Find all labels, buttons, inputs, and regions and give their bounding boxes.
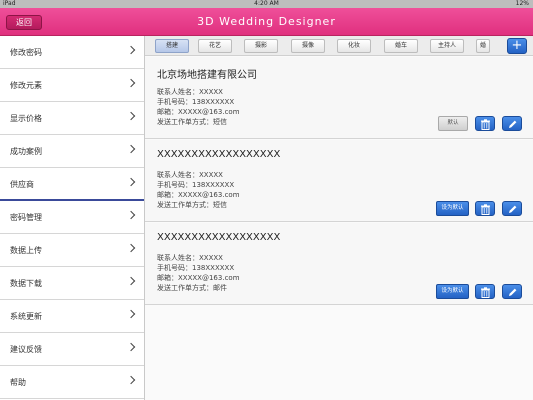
- sidebar-item-label: 数据下载: [10, 279, 42, 288]
- sidebar-item-password-management[interactable]: 密码管理: [0, 201, 144, 234]
- pencil-icon: [509, 288, 517, 296]
- pencil-icon: [509, 120, 517, 128]
- sidebar-item-label: 密码管理: [10, 213, 42, 222]
- sidebar-item-label: 建议反馈: [10, 345, 42, 354]
- sidebar-item-success-cases[interactable]: 成功案例: [0, 135, 144, 168]
- tab-makeup[interactable]: 化妆: [337, 39, 371, 53]
- chevron-right-icon: [126, 309, 136, 319]
- sidebar-item-change-password[interactable]: 修改密码: [0, 36, 144, 69]
- tab-more[interactable]: 婚: [476, 39, 490, 53]
- supplier-name: XXXXXXXXXXXXXXXXXX: [157, 232, 281, 243]
- sidebar-item-label: 成功案例: [10, 147, 42, 156]
- supplier-send-method: 发送工作单方式：短信: [157, 118, 227, 126]
- delete-button[interactable]: [475, 284, 495, 299]
- sidebar-item-label: 数据上传: [10, 246, 42, 255]
- chevron-right-icon: [126, 144, 136, 154]
- status-time: 4:20 AM: [254, 0, 279, 7]
- app-title: 3D Wedding Designer: [197, 15, 336, 28]
- set-default-button[interactable]: 设为默认: [436, 201, 469, 216]
- supplier-panel: 搭建 花艺 摄影 摄像 化妆 婚车 主持人 婚 + 北京场地搭建有限公司 联系人…: [145, 36, 533, 400]
- pencil-icon: [509, 205, 517, 213]
- sidebar-item-show-price[interactable]: 显示价格: [0, 102, 144, 135]
- tab-construction[interactable]: 搭建: [155, 39, 189, 53]
- supplier-email: 邮箱：XXXXX@163.com: [157, 191, 240, 199]
- chevron-right-icon: [126, 375, 136, 385]
- sidebar-item-label: 帮助: [10, 378, 26, 387]
- tab-photography[interactable]: 摄影: [244, 39, 278, 53]
- trash-icon: [481, 287, 490, 298]
- sidebar-item-help[interactable]: 帮助: [0, 366, 144, 399]
- supplier-phone: 手机号码：138XXXXXX: [157, 264, 235, 272]
- sidebar-item-data-upload[interactable]: 数据上传: [0, 234, 144, 267]
- settings-sidebar: 修改密码 修改元素 显示价格 成功案例 供应商 密码管理 数据上传 数据下载 系…: [0, 36, 145, 400]
- status-bar: iPad 4:20 AM 12%: [0, 0, 533, 8]
- chevron-right-icon: [126, 177, 136, 187]
- supplier-name: XXXXXXXXXXXXXXXXXX: [157, 149, 281, 160]
- edit-button[interactable]: [502, 201, 522, 216]
- tab-host[interactable]: 主持人: [430, 39, 464, 53]
- supplier-card: 北京场地搭建有限公司 联系人姓名：XXXXX 手机号码：138XXXXXX 邮箱…: [145, 57, 533, 139]
- supplier-contact: 联系人姓名：XXXXX: [157, 254, 223, 262]
- sidebar-item-data-download[interactable]: 数据下载: [0, 267, 144, 300]
- delete-button[interactable]: [475, 116, 495, 131]
- chevron-right-icon: [126, 243, 136, 253]
- navigation-bar: 返回 3D Wedding Designer: [0, 8, 533, 36]
- supplier-card: XXXXXXXXXXXXXXXXXX 联系人姓名：XXXXX 手机号码：138X…: [145, 223, 533, 305]
- supplier-card: XXXXXXXXXXXXXXXXXX 联系人姓名：XXXXX 手机号码：138X…: [145, 140, 533, 222]
- tab-wedding-car[interactable]: 婚车: [384, 39, 418, 53]
- chevron-right-icon: [126, 342, 136, 352]
- edit-button[interactable]: [502, 284, 522, 299]
- trash-icon: [481, 204, 490, 215]
- supplier-name: 北京场地搭建有限公司: [157, 70, 257, 81]
- edit-button[interactable]: [502, 116, 522, 131]
- sidebar-item-label: 修改元素: [10, 81, 42, 90]
- chevron-right-icon: [126, 78, 136, 88]
- battery-level: 12%: [515, 0, 529, 7]
- tab-floral[interactable]: 花艺: [198, 39, 232, 53]
- supplier-contact: 联系人姓名：XXXXX: [157, 171, 223, 179]
- delete-button[interactable]: [475, 201, 495, 216]
- chevron-right-icon: [126, 111, 136, 121]
- supplier-email: 邮箱：XXXXX@163.com: [157, 108, 240, 116]
- sidebar-item-feedback[interactable]: 建议反馈: [0, 333, 144, 366]
- sidebar-item-suppliers[interactable]: 供应商: [0, 168, 144, 201]
- add-supplier-button[interactable]: +: [507, 38, 527, 54]
- category-tab-bar: 搭建 花艺 摄影 摄像 化妆 婚车 主持人 婚 +: [145, 36, 533, 56]
- sidebar-item-label: 修改密码: [10, 48, 42, 57]
- sidebar-item-edit-elements[interactable]: 修改元素: [0, 69, 144, 102]
- chevron-right-icon: [126, 276, 136, 286]
- trash-icon: [481, 119, 490, 130]
- supplier-phone: 手机号码：138XXXXXX: [157, 181, 235, 189]
- sidebar-item-system-update[interactable]: 系统更新: [0, 300, 144, 333]
- tab-videography[interactable]: 摄像: [291, 39, 325, 53]
- chevron-right-icon: [126, 45, 136, 55]
- supplier-email: 邮箱：XXXXX@163.com: [157, 274, 240, 282]
- default-badge: 默认: [438, 116, 468, 131]
- supplier-send-method: 发送工作单方式：短信: [157, 201, 227, 209]
- set-default-button[interactable]: 设为默认: [436, 284, 469, 299]
- supplier-contact: 联系人姓名：XXXXX: [157, 88, 223, 96]
- sidebar-item-label: 供应商: [10, 180, 34, 189]
- supplier-phone: 手机号码：138XXXXXX: [157, 98, 235, 106]
- chevron-right-icon: [126, 210, 136, 220]
- supplier-send-method: 发送工作单方式：邮件: [157, 284, 227, 292]
- sidebar-item-label: 系统更新: [10, 312, 42, 321]
- sidebar-item-label: 显示价格: [10, 114, 42, 123]
